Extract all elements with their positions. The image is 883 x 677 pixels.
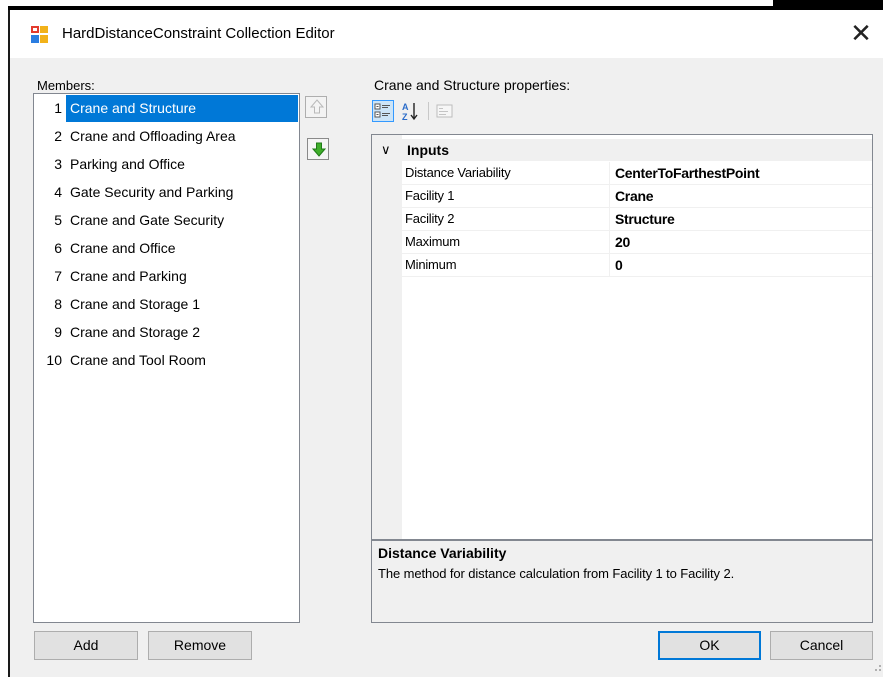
description-text: The method for distance calculation from… — [378, 566, 735, 581]
member-name: Crane and Storage 2 — [70, 324, 200, 340]
property-value[interactable]: Crane — [615, 185, 653, 207]
categorized-button[interactable] — [372, 100, 394, 122]
column-divider — [609, 231, 610, 253]
svg-text:Z: Z — [402, 112, 408, 122]
svg-text:A: A — [402, 102, 409, 112]
property-value[interactable]: 20 — [615, 231, 630, 253]
property-grid-toolbar: A Z — [372, 100, 522, 126]
background-window-edge — [773, 0, 883, 8]
toolbar-separator — [428, 102, 429, 120]
member-name: Crane and Offloading Area — [70, 128, 236, 144]
member-index: 2 — [54, 128, 62, 144]
property-value[interactable]: 0 — [615, 254, 623, 276]
resize-grip-icon[interactable] — [875, 665, 881, 671]
member-name: Gate Security and Parking — [70, 184, 234, 200]
chevron-down-icon[interactable]: ∨ — [381, 139, 391, 161]
ok-button[interactable]: OK — [658, 631, 761, 660]
property-row-minimum[interactable]: Minimum 0 — [402, 254, 872, 277]
members-label: Members: — [37, 78, 95, 93]
member-name: Crane and Parking — [70, 268, 187, 284]
property-name: Minimum — [405, 257, 457, 272]
member-item[interactable]: 5 Crane and Gate Security — [35, 207, 298, 235]
properties-label: Crane and Structure properties: — [374, 77, 571, 93]
column-divider — [609, 185, 610, 207]
property-row-distance-variability[interactable]: Distance Variability CenterToFarthestPoi… — [402, 162, 872, 185]
column-divider — [609, 254, 610, 276]
collection-editor-dialog: HardDistanceConstraint Collection Editor… — [8, 10, 883, 677]
arrow-up-icon — [309, 99, 325, 114]
member-index: 1 — [54, 100, 62, 116]
move-up-button[interactable] — [305, 96, 327, 118]
app-icon — [30, 25, 49, 44]
property-row-facility-2[interactable]: Facility 2 Structure — [402, 208, 872, 231]
title-bar: HardDistanceConstraint Collection Editor… — [10, 10, 883, 58]
member-index: 6 — [54, 240, 62, 256]
property-row-facility-1[interactable]: Facility 1 Crane — [402, 185, 872, 208]
close-button[interactable]: ✕ — [845, 18, 877, 50]
column-divider — [609, 162, 610, 184]
alphabetical-button[interactable]: A Z — [400, 100, 422, 122]
member-item[interactable]: 2 Crane and Offloading Area — [35, 123, 298, 151]
property-row-maximum[interactable]: Maximum 20 — [402, 231, 872, 254]
column-divider — [609, 208, 610, 230]
category-inputs[interactable]: ∨ Inputs — [372, 139, 872, 161]
member-item[interactable]: 3 Parking and Office — [35, 151, 298, 179]
member-item[interactable]: 7 Crane and Parking — [35, 263, 298, 291]
grid-margin — [372, 135, 402, 539]
category-name: Inputs — [407, 142, 449, 158]
property-pages-button[interactable] — [434, 100, 456, 122]
member-index: 8 — [54, 296, 62, 312]
member-item[interactable]: 9 Crane and Storage 2 — [35, 319, 298, 347]
member-name: Crane and Gate Security — [70, 212, 225, 228]
description-pane: Distance Variability The method for dist… — [371, 540, 873, 623]
property-pages-icon — [436, 104, 453, 118]
member-index: 10 — [46, 352, 62, 368]
member-name: Crane and Structure — [66, 95, 298, 122]
description-title: Distance Variability — [378, 545, 507, 561]
member-name: Parking and Office — [70, 156, 185, 172]
member-index: 4 — [54, 184, 62, 200]
close-icon: ✕ — [850, 18, 872, 48]
members-list[interactable]: 1 Crane and Structure 2 Crane and Offloa… — [33, 93, 300, 623]
property-name: Facility 1 — [405, 188, 455, 203]
property-name: Facility 2 — [405, 211, 455, 226]
sort-az-icon: A Z — [402, 102, 418, 122]
member-item[interactable]: 4 Gate Security and Parking — [35, 179, 298, 207]
member-index: 9 — [54, 324, 62, 340]
categorized-icon — [374, 103, 390, 118]
property-name: Maximum — [405, 234, 460, 249]
screen-top-edge — [0, 0, 883, 10]
property-grid[interactable]: ∨ Inputs Distance Variability CenterToFa… — [371, 134, 873, 540]
member-item[interactable]: 10 Crane and Tool Room — [35, 347, 298, 375]
add-button[interactable]: Add — [34, 631, 138, 660]
move-down-button[interactable] — [307, 138, 329, 160]
member-index: 7 — [54, 268, 62, 284]
property-name: Distance Variability — [405, 165, 511, 180]
member-index: 3 — [54, 156, 62, 172]
member-item[interactable]: 8 Crane and Storage 1 — [35, 291, 298, 319]
arrow-down-icon — [311, 142, 327, 157]
property-value[interactable]: CenterToFarthestPoint — [615, 162, 760, 184]
member-name: Crane and Office — [70, 240, 176, 256]
remove-button[interactable]: Remove — [148, 631, 252, 660]
member-index: 5 — [54, 212, 62, 228]
member-item[interactable]: 6 Crane and Office — [35, 235, 298, 263]
member-name: Crane and Tool Room — [70, 352, 206, 368]
cancel-button[interactable]: Cancel — [770, 631, 873, 660]
member-name: Crane and Storage 1 — [70, 296, 200, 312]
property-value[interactable]: Structure — [615, 208, 675, 230]
window-title: HardDistanceConstraint Collection Editor — [62, 25, 335, 42]
member-item[interactable]: 1 Crane and Structure — [35, 95, 298, 123]
